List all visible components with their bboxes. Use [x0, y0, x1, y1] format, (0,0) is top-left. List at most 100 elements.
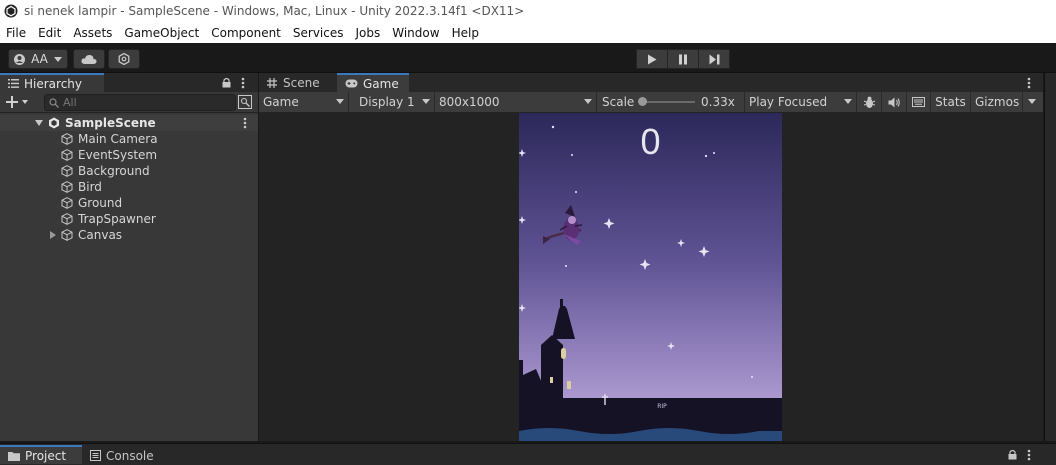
menu-jobs[interactable]: Jobs [350, 26, 387, 40]
chevron-down-icon [1028, 99, 1036, 104]
account-button[interactable]: AA [8, 49, 68, 69]
speaker-icon [888, 97, 900, 107]
inspector-panel-edge [1044, 73, 1056, 441]
more-options-icon[interactable] [1027, 77, 1031, 89]
stats-button[interactable]: Stats [931, 92, 971, 112]
tab-scene[interactable]: Scene [259, 73, 337, 92]
lock-icon[interactable] [222, 77, 231, 88]
account-icon [14, 53, 26, 65]
hierarchy-item-label: TrapSpawner [78, 212, 156, 226]
game-viewport[interactable]: RIP 0 [519, 113, 782, 441]
resolution-value: 800x1000 [439, 95, 500, 109]
list-icon [8, 79, 19, 88]
tab-project[interactable]: Project [0, 445, 82, 464]
svg-text:RIP: RIP [657, 403, 667, 410]
hierarchy-item-canvas[interactable]: Canvas [0, 227, 258, 243]
chevron-down-icon [53, 56, 62, 62]
search-icon [49, 97, 59, 108]
scene-row[interactable]: SampleScene [0, 115, 258, 131]
gameobject-icon [61, 133, 73, 145]
game-toolbar: Game Display 1 800x1000 Scale 0.33x Play… [259, 92, 1043, 113]
menu-gameobject[interactable]: GameObject [118, 26, 205, 40]
hierarchy-item-label: Bird [78, 180, 102, 194]
gizmos-button[interactable]: Gizmos [971, 92, 1023, 112]
console-icon [90, 450, 101, 461]
hierarchy-item-trapspawner[interactable]: TrapSpawner [0, 211, 258, 227]
gameobject-icon [61, 229, 73, 241]
score-text: 0 [640, 121, 661, 162]
menu-assets[interactable]: Assets [67, 26, 118, 40]
keyboard-icon [912, 97, 925, 107]
gameobject-icon [61, 197, 73, 209]
gizmos-label: Gizmos [975, 95, 1020, 109]
expand-arrow-icon[interactable] [35, 120, 43, 126]
hierarchy-item-eventsystem[interactable]: EventSystem [0, 147, 258, 163]
bug-button[interactable] [857, 92, 882, 112]
menu-window[interactable]: Window [386, 26, 445, 40]
chevron-down-icon [336, 99, 344, 104]
menu-component[interactable]: Component [205, 26, 287, 40]
add-icon[interactable] [6, 96, 18, 108]
gameobject-icon [61, 181, 73, 193]
hierarchy-item-label: Main Camera [78, 132, 158, 146]
collab-button[interactable] [108, 49, 140, 69]
hierarchy-item-bird[interactable]: Bird [0, 179, 258, 195]
pause-icon [679, 54, 687, 64]
play-focus-dropdown[interactable]: Play Focused [745, 92, 857, 112]
scale-control: Scale 0.33x [597, 92, 745, 112]
grid-icon [267, 77, 277, 88]
chevron-down-icon [584, 99, 592, 104]
folder-icon [8, 451, 20, 461]
play-controls [636, 49, 730, 69]
more-options-icon[interactable] [243, 117, 247, 129]
search-placeholder: All [63, 96, 77, 109]
display-value: Display 1 [359, 95, 415, 109]
chevron-down-icon[interactable] [22, 100, 28, 104]
menu-services[interactable]: Services [287, 26, 350, 40]
stats-label: Stats [935, 95, 966, 109]
pause-button[interactable] [667, 49, 699, 69]
scale-slider-handle[interactable] [638, 97, 647, 106]
view-tabbar: Scene Game [259, 73, 1043, 92]
menu-help[interactable]: Help [446, 26, 485, 40]
hierarchy-item-ground[interactable]: Ground [0, 195, 258, 211]
cloud-button[interactable] [73, 49, 105, 69]
mute-button[interactable] [882, 92, 907, 112]
tab-scene-label: Scene [283, 75, 320, 90]
search-input[interactable]: All [44, 94, 236, 111]
menu-file[interactable]: File [0, 26, 32, 40]
lock-icon[interactable] [1008, 449, 1017, 460]
scale-slider-track[interactable] [643, 101, 695, 103]
hierarchy-item-label: Canvas [78, 228, 123, 242]
menu-edit[interactable]: Edit [32, 26, 67, 40]
display-dropdown[interactable]: Display 1 [349, 92, 435, 112]
play-icon [648, 54, 657, 64]
hierarchy-item-label: Ground [78, 196, 123, 210]
more-options-icon[interactable] [1027, 449, 1031, 461]
game-mode-dropdown[interactable]: Game [259, 92, 349, 112]
unity-logo-icon [4, 4, 18, 18]
hierarchy-item-main-camera[interactable]: Main Camera [0, 131, 258, 147]
game-panel: Scene Game Game Display 1 800x1000 Scale [259, 73, 1043, 441]
hierarchy-panel: Hierarchy All SampleScene Main Camera Ev… [0, 73, 258, 441]
tab-console[interactable]: Console [82, 446, 176, 465]
scene-visibility-icon[interactable] [238, 95, 252, 109]
gizmos-dropdown[interactable] [1023, 92, 1041, 112]
game-mode-value: Game [263, 95, 299, 109]
bug-icon [863, 96, 875, 108]
hierarchy-item-background[interactable]: Background [0, 163, 258, 179]
tab-hierarchy[interactable]: Hierarchy [0, 73, 104, 92]
tab-console-label: Console [106, 448, 154, 463]
title-bar: si nenek lampir - SampleScene - Windows,… [0, 0, 1056, 22]
keyboard-button[interactable] [907, 92, 931, 112]
tab-game[interactable]: Game [337, 73, 409, 92]
more-options-icon[interactable] [241, 77, 245, 89]
step-icon [709, 54, 719, 64]
step-button[interactable] [698, 49, 730, 69]
resolution-dropdown[interactable]: 800x1000 [435, 92, 597, 112]
play-button[interactable] [636, 49, 668, 69]
gameobject-icon [61, 213, 73, 225]
chevron-down-icon [422, 99, 430, 104]
scene-name: SampleScene [65, 116, 156, 130]
expand-arrow-icon[interactable] [50, 231, 56, 239]
